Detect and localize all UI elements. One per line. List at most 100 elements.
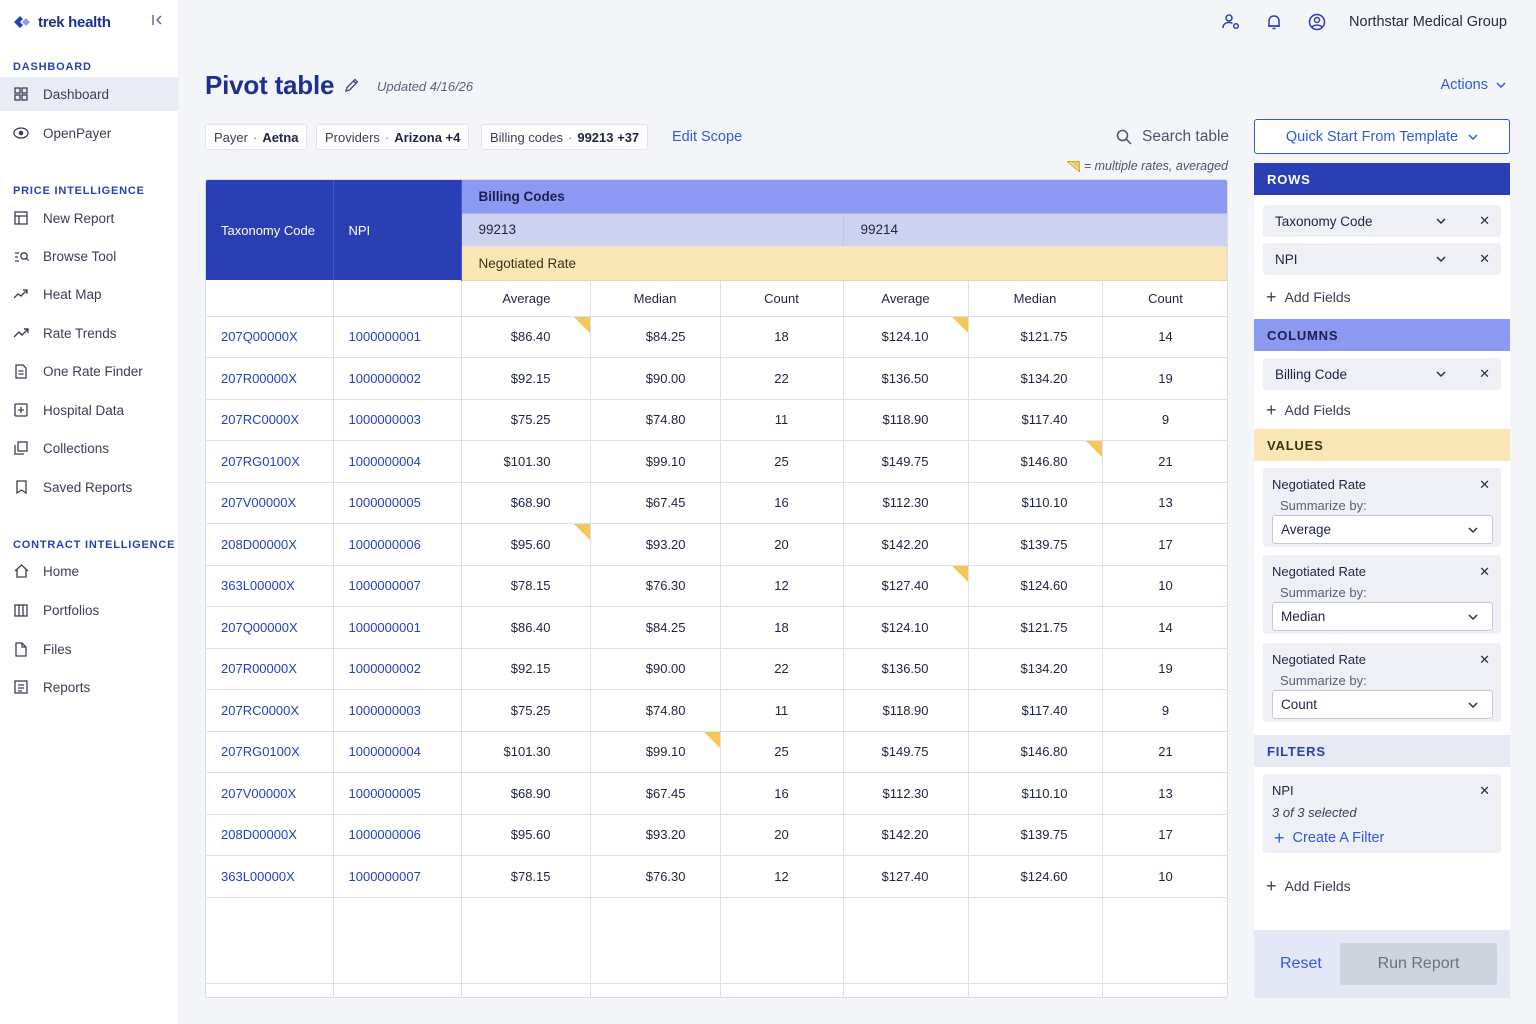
- reset-button[interactable]: Reset: [1280, 955, 1322, 973]
- header-median[interactable]: Median: [968, 280, 1103, 317]
- sidebar-item-dashboard[interactable]: Dashboard: [0, 77, 179, 111]
- table-row: 207Q00000X 1000000001 $86.40 $84.25 18 $124.1…: [206, 316, 1227, 358]
- taxonomy-code-cell[interactable]: 207Q00000X: [206, 316, 334, 358]
- taxonomy-code-cell[interactable]: 207RG0100X: [206, 440, 334, 483]
- sidebar-item-saved-reports[interactable]: Saved Reports: [0, 470, 179, 504]
- sidebar-item-files[interactable]: Files: [0, 632, 179, 666]
- run-report-button[interactable]: Run Report: [1340, 943, 1497, 985]
- remove-icon[interactable]: ✕: [1479, 251, 1490, 267]
- npi-cell[interactable]: 1000000003: [333, 399, 462, 441]
- header-taxonomy-code[interactable]: Taxonomy Code: [206, 180, 334, 280]
- median-cell: $124.60: [968, 565, 1103, 607]
- npi-cell[interactable]: 1000000006: [333, 523, 462, 566]
- organization-name[interactable]: Northstar Medical Group: [1349, 14, 1507, 30]
- sidebar-item-openpayer[interactable]: OpenPayer: [0, 116, 179, 150]
- count-cell: 12: [720, 855, 844, 898]
- header-count[interactable]: Count: [720, 280, 844, 317]
- header-average[interactable]: Average: [843, 280, 969, 317]
- taxonomy-code-cell[interactable]: 207V00000X: [206, 482, 334, 524]
- sidebar-item-rate-trends[interactable]: Rate Trends: [0, 316, 179, 350]
- rows-add-fields-button[interactable]: + Add Fields: [1266, 288, 1351, 306]
- header-code-99213[interactable]: 99213: [461, 213, 844, 247]
- filters-add-fields-button[interactable]: + Add Fields: [1266, 877, 1351, 895]
- account-icon[interactable]: [1307, 12, 1327, 32]
- collapse-sidebar-icon[interactable]: [150, 14, 164, 28]
- hospital-icon: [13, 402, 29, 418]
- users-settings-icon[interactable]: [1221, 12, 1241, 32]
- filter-card-npi: NPI ✕ 3 of 3 selected + Create A Filter: [1263, 774, 1501, 853]
- header-billing-codes[interactable]: Billing Codes: [461, 180, 1227, 214]
- sidebar-item-browse-tool[interactable]: Browse Tool: [0, 239, 179, 273]
- sidebar-item-reports[interactable]: Reports: [0, 670, 179, 704]
- quick-start-template-button[interactable]: Quick Start From Template: [1254, 119, 1510, 154]
- npi-cell[interactable]: 1000000001: [333, 606, 462, 649]
- value-field-label: Negotiated Rate: [1272, 564, 1366, 579]
- chevron-down-icon[interactable]: [1436, 214, 1446, 228]
- npi-cell[interactable]: 1000000003: [333, 689, 462, 732]
- providers-chip[interactable]: Providers · Arizona +4: [316, 124, 470, 150]
- header-code-99214[interactable]: 99214: [843, 213, 1227, 247]
- sidebar-item-home[interactable]: Home: [0, 554, 179, 588]
- npi-cell[interactable]: 1000000007: [333, 855, 462, 898]
- taxonomy-code-cell[interactable]: 207R00000X: [206, 648, 334, 690]
- brand-logo[interactable]: trek health: [12, 12, 111, 32]
- payer-chip[interactable]: Payer · Aetna: [205, 124, 308, 150]
- npi-cell[interactable]: 1000000005: [333, 772, 462, 815]
- row-field-taxonomy-code[interactable]: Taxonomy Code ✕: [1263, 205, 1501, 237]
- remove-icon[interactable]: ✕: [1479, 366, 1490, 382]
- remove-icon[interactable]: ✕: [1479, 564, 1490, 580]
- npi-cell[interactable]: 1000000004: [333, 440, 462, 483]
- taxonomy-code-cell[interactable]: 207R00000X: [206, 357, 334, 400]
- billing-codes-chip[interactable]: Billing codes · 99213 +37: [481, 124, 649, 150]
- remove-icon[interactable]: ✕: [1479, 783, 1490, 799]
- sidebar-item-heat-map[interactable]: Heat Map: [0, 277, 179, 311]
- sidebar-item-portfolios[interactable]: Portfolios: [0, 593, 179, 627]
- sidebar-item-collections[interactable]: Collections: [0, 431, 179, 465]
- header-npi[interactable]: NPI: [333, 180, 462, 280]
- pencil-icon[interactable]: [344, 77, 360, 93]
- taxonomy-code-cell[interactable]: 208D00000X: [206, 523, 334, 566]
- actions-menu[interactable]: Actions: [1440, 77, 1506, 93]
- bell-icon[interactable]: [1264, 12, 1284, 32]
- average-cell: $78.15: [461, 565, 591, 607]
- taxonomy-code-cell[interactable]: 207V00000X: [206, 772, 334, 815]
- header-average[interactable]: Average: [461, 280, 591, 317]
- header-negotiated-rate[interactable]: Negotiated Rate: [461, 246, 1227, 281]
- chevron-down-icon[interactable]: [1436, 252, 1446, 266]
- remove-icon[interactable]: ✕: [1479, 652, 1490, 668]
- search-table[interactable]: Search table: [1116, 128, 1229, 146]
- sidebar-item-hospital-data[interactable]: Hospital Data: [0, 393, 179, 427]
- npi-cell[interactable]: 1000000001: [333, 316, 462, 358]
- npi-cell[interactable]: 1000000005: [333, 482, 462, 524]
- summarize-select[interactable]: Median: [1272, 602, 1493, 631]
- remove-icon[interactable]: ✕: [1479, 477, 1490, 493]
- taxonomy-code-cell[interactable]: 207Q00000X: [206, 606, 334, 649]
- chevron-down-icon[interactable]: [1436, 367, 1446, 381]
- sidebar-item-new-report[interactable]: New Report: [0, 201, 179, 235]
- table-row: 207R00000X 1000000002 $92.15 $90.00 22 $136.5…: [206, 357, 1227, 400]
- npi-cell[interactable]: 1000000002: [333, 648, 462, 690]
- columns-add-fields-button[interactable]: + Add Fields: [1266, 401, 1351, 419]
- edit-scope-link[interactable]: Edit Scope: [672, 129, 742, 145]
- remove-icon[interactable]: ✕: [1479, 213, 1490, 229]
- create-filter-button[interactable]: + Create A Filter: [1274, 829, 1384, 847]
- empty-cell: [333, 897, 462, 984]
- taxonomy-code-cell[interactable]: 207RG0100X: [206, 731, 334, 773]
- summarize-select[interactable]: Average: [1272, 515, 1493, 544]
- taxonomy-code-cell[interactable]: 208D00000X: [206, 814, 334, 856]
- summarize-select[interactable]: Count: [1272, 690, 1493, 719]
- npi-cell[interactable]: 1000000002: [333, 357, 462, 400]
- row-field-npi[interactable]: NPI ✕: [1263, 243, 1501, 275]
- npi-cell[interactable]: 1000000006: [333, 814, 462, 856]
- npi-cell[interactable]: 1000000007: [333, 565, 462, 607]
- npi-cell[interactable]: 1000000004: [333, 731, 462, 773]
- column-field-billing-code[interactable]: Billing Code ✕: [1263, 358, 1501, 390]
- taxonomy-code-cell[interactable]: 363L00000X: [206, 855, 334, 898]
- sidebar-item-one-rate-finder[interactable]: One Rate Finder: [0, 354, 179, 388]
- taxonomy-code-cell[interactable]: 363L00000X: [206, 565, 334, 607]
- header-median[interactable]: Median: [590, 280, 721, 317]
- pivot-table: Taxonomy Code NPI Billing Codes 99213 99…: [205, 179, 1228, 998]
- taxonomy-code-cell[interactable]: 207RC0000X: [206, 689, 334, 732]
- taxonomy-code-cell[interactable]: 207RC0000X: [206, 399, 334, 441]
- header-count[interactable]: Count: [1102, 280, 1227, 317]
